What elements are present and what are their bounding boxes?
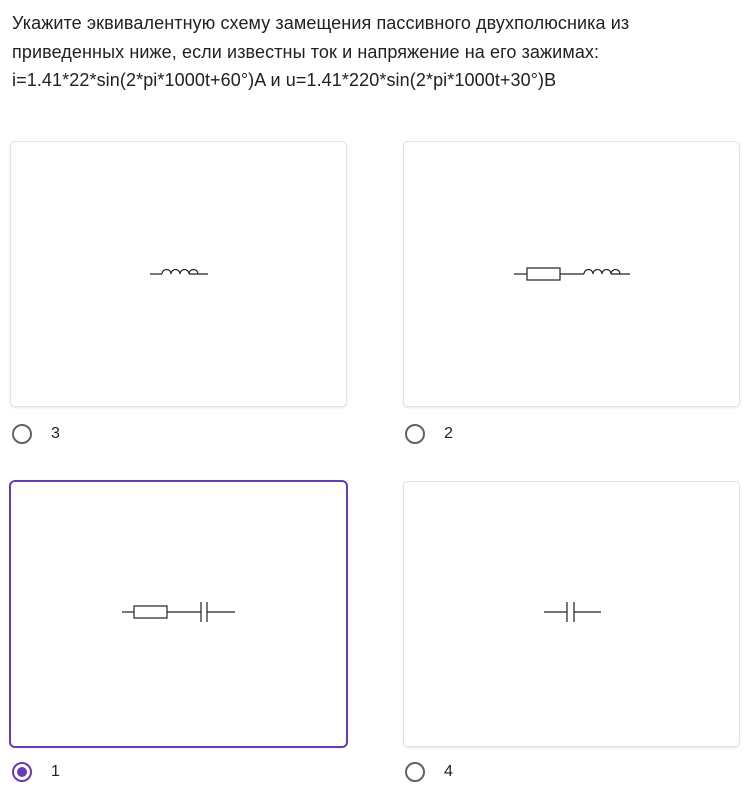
radio-option-1[interactable] — [12, 762, 32, 782]
question-line: Укажите эквивалентную схему замещения па… — [12, 13, 630, 33]
option-4-label: 4 — [444, 763, 453, 780]
inductor-circuit-image — [150, 268, 208, 275]
option-4[interactable]: 4 — [405, 758, 453, 786]
option-1-label: 1 — [51, 763, 60, 780]
option-3-label: 3 — [51, 425, 60, 442]
option-card-4[interactable] — [404, 482, 739, 746]
question-text: Укажите эквивалентную схему замещения па… — [12, 9, 748, 95]
option-2-label: 2 — [444, 425, 453, 442]
question-line: i=1.41*22*sin(2*pi*1000t+60°)A и u=1.41*… — [12, 70, 557, 90]
resistor-capacitor-circuit-image — [122, 602, 235, 622]
option-card-2[interactable] — [404, 142, 739, 406]
capacitor-circuit-image — [544, 602, 601, 622]
radio-option-3[interactable] — [12, 424, 32, 444]
radio-option-2[interactable] — [405, 424, 425, 444]
resistor-inductor-circuit-image — [514, 267, 630, 281]
option-card-1[interactable] — [11, 482, 346, 746]
question-line: приведенных ниже, если известны ток и на… — [12, 41, 600, 62]
option-2[interactable]: 2 — [405, 420, 453, 448]
radio-option-4[interactable] — [405, 762, 425, 782]
option-1[interactable]: 1 — [12, 758, 60, 786]
option-card-3[interactable] — [11, 142, 346, 406]
option-3[interactable]: 3 — [12, 420, 60, 448]
